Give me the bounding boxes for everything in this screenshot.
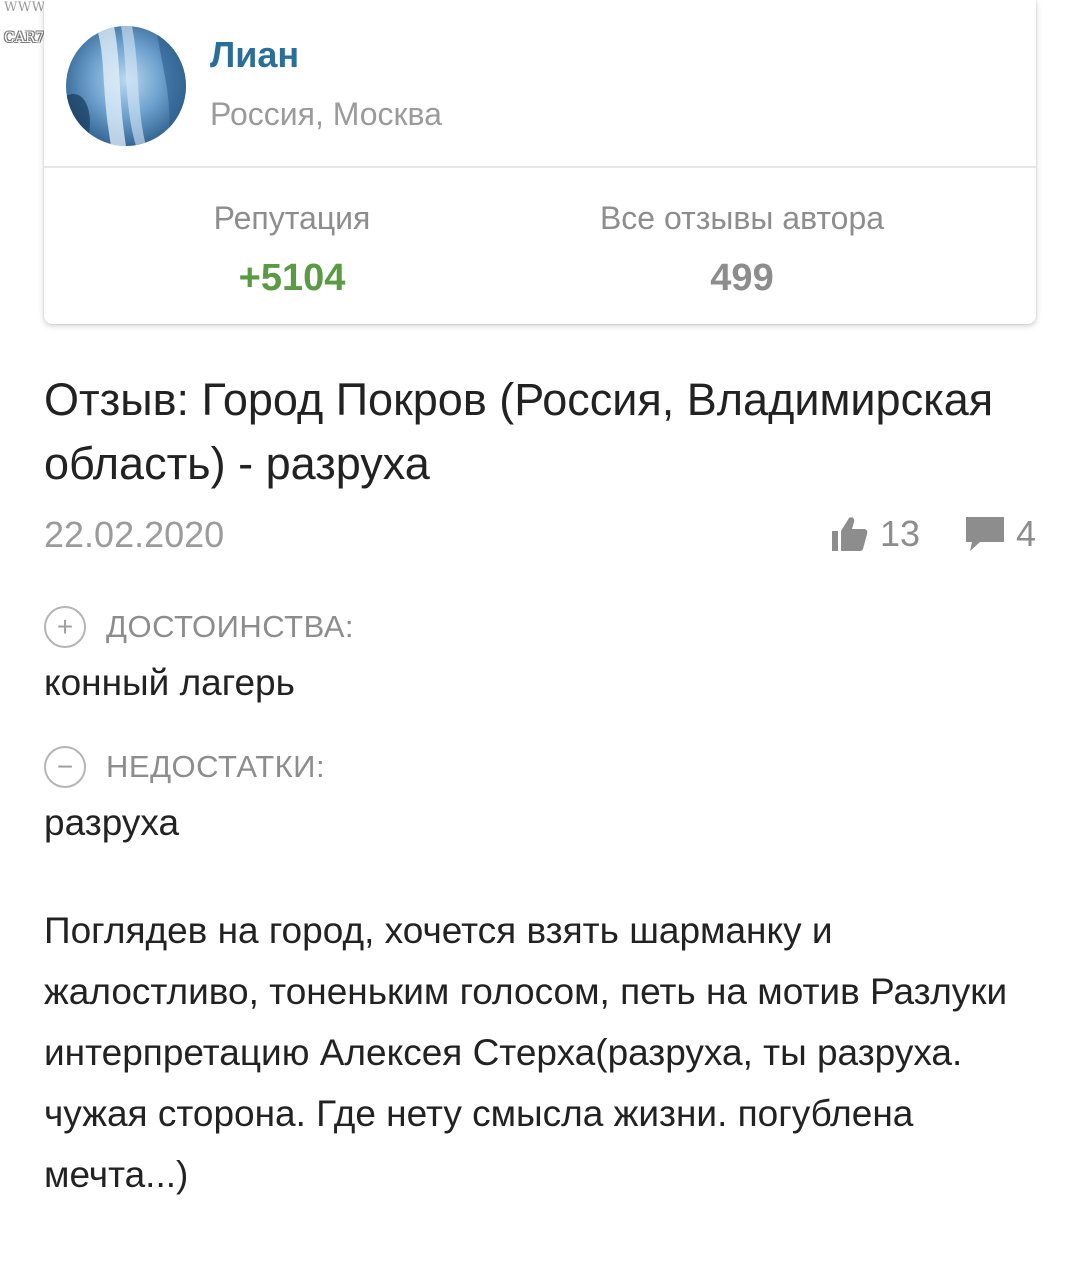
like-button[interactable]: 13 [830,512,920,556]
reputation-label: Репутация [213,200,371,236]
author-name[interactable]: Лиан [210,34,299,76]
pros-text: конный лагерь [44,662,295,703]
thumbs-up-icon [831,517,868,551]
author-card: Лиан Россия, Москва Репутация +5104 Все … [44,0,1036,324]
author-location: Россия, Москва [210,96,442,132]
reputation-stat: Репутация +5104 [142,200,442,300]
review-meta-row: 22.02.2020 13 4 [44,510,1036,560]
pros-header: + ДОСТОИНСТВА: [44,606,354,648]
card-divider [44,166,1036,168]
cons-label: НЕДОСТАТКИ: [106,749,326,784]
cons-text: разруха [44,802,180,843]
all-reviews-count[interactable]: 499 [542,257,942,300]
comment-bubble-icon [965,517,1004,551]
review-title: Отзыв: Город Покров (Россия, Владимирска… [44,374,994,489]
comments-button[interactable]: 4 [964,512,1036,556]
minus-circle-icon: − [44,746,86,788]
review-body: Поглядев на город, хочется взять шарманк… [44,910,1008,1195]
comments-count: 4 [1015,513,1036,554]
likes-count: 13 [879,513,920,554]
all-reviews-label[interactable]: Все отзывы автора [542,200,942,237]
author-avatar[interactable] [66,26,186,146]
all-reviews-stat[interactable]: Все отзывы автора 499 [542,200,942,300]
waterfall-avatar-icon [66,26,186,146]
cons-header: − НЕДОСТАТКИ: [44,746,325,788]
plus-circle-icon: + [44,606,86,648]
pros-label: ДОСТОИНСТВА: [106,609,355,644]
review-date: 22.02.2020 [44,514,225,555]
reputation-value: +5104 [238,257,346,299]
